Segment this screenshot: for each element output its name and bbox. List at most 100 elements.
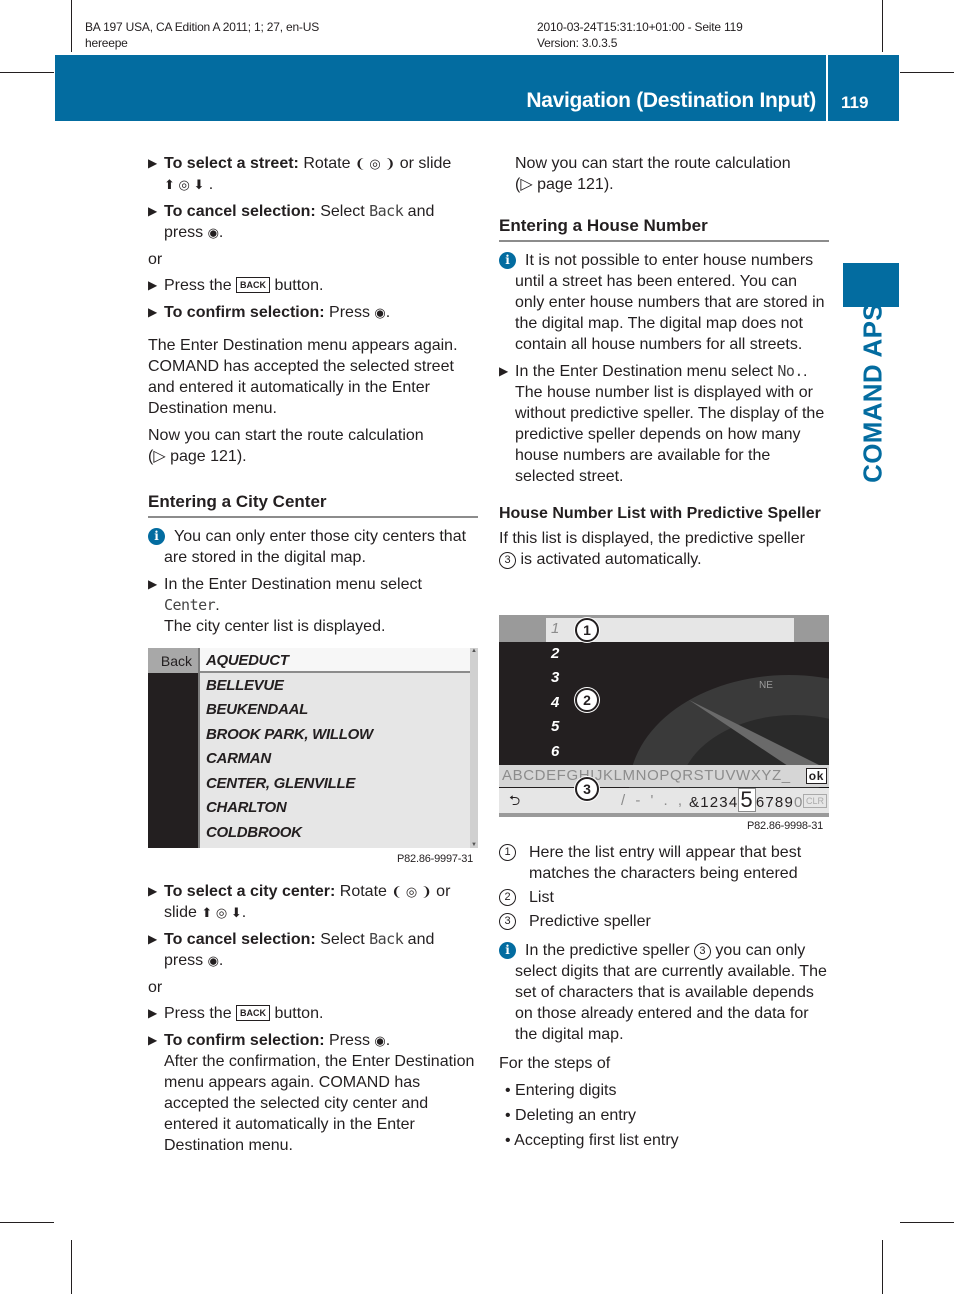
rotate-controller-icon: ❨ ◎ ❩ xyxy=(391,884,432,899)
scroll-down-icon[interactable]: ▼ xyxy=(471,842,477,848)
display-text-no: No. xyxy=(777,362,803,380)
legend-item: 3 Predictive speller xyxy=(499,911,829,932)
list-number[interactable]: 6 xyxy=(551,743,559,760)
list-item[interactable]: CARMAN xyxy=(200,746,470,771)
speller-symbols[interactable]: / - ' . , xyxy=(621,788,685,813)
step-text: Rotate xyxy=(298,155,355,172)
page-reference-link[interactable]: (▷ page 121). xyxy=(515,174,829,195)
page-reference-link[interactable]: (▷ page 121). xyxy=(148,446,478,467)
step-text: Press the xyxy=(164,1005,237,1022)
paragraph: The Enter Destination menu appears again… xyxy=(148,337,458,417)
crop-mark xyxy=(882,0,883,52)
list-item[interactable]: BROOK PARK, WILLOW xyxy=(200,722,470,747)
speller-digits: &12345 67890 xyxy=(689,788,804,815)
speller-letters[interactable]: ABCDEFGHIJKLMNOPQRSTUVWXYZ_ xyxy=(502,767,791,784)
list-item[interactable]: AQUEDUCT xyxy=(200,648,470,673)
step-text: or xyxy=(431,883,451,900)
bullet-item: • Accepting first list entry xyxy=(505,1132,679,1149)
chapter-tab: COMAND APS xyxy=(853,303,893,483)
list-number[interactable]: 5 xyxy=(551,718,559,735)
slide-controller-icon: ⬆ ◎ ⬇ xyxy=(164,177,205,192)
step-cancel: ▶ To cancel selection: Select Back and p… xyxy=(148,930,435,969)
list-item[interactable]: CENTER, GLENVILLE xyxy=(200,771,470,796)
crop-mark xyxy=(0,72,54,73)
digits-available[interactable]: &1234 xyxy=(689,794,738,811)
crop-mark xyxy=(71,0,72,52)
compass-ne-label: NE xyxy=(759,680,773,691)
list-number[interactable]: 1 xyxy=(551,620,559,637)
display-text-back: Back xyxy=(369,202,404,220)
legend-item: 2 List xyxy=(499,887,829,908)
list-item[interactable]: COLDBROOK xyxy=(200,820,470,845)
list-item[interactable]: BELLEVUE xyxy=(200,673,470,698)
bullet-text: Deleting an entry xyxy=(515,1107,637,1124)
list-item[interactable]: CHARLTON xyxy=(200,795,470,820)
doc-timestamp: 2010-03-24T15:31:10+01:00 - Seite 119 xyxy=(537,20,743,34)
scroll-up-icon[interactable]: ▲ xyxy=(471,648,477,654)
selected-digit[interactable]: 5 xyxy=(738,788,756,812)
arrow-bullet-icon: ▶ xyxy=(148,156,158,170)
list-number[interactable]: 3 xyxy=(551,669,559,686)
info-text: In the predictive speller xyxy=(525,942,690,959)
list-number[interactable]: 4 xyxy=(551,694,559,711)
back-key-icon: BACK xyxy=(236,1005,271,1021)
callout-3-icon: 3 xyxy=(693,943,711,960)
bullet-item: • Entering digits xyxy=(505,1082,617,1099)
step-text: Select xyxy=(315,931,370,948)
step-text: In the Enter Destination menu select xyxy=(164,576,422,593)
step-text: Rotate xyxy=(335,883,392,900)
page-title: Navigation (Destination Input) xyxy=(526,89,816,112)
step-text: or slide xyxy=(395,155,452,172)
steps-intro: For the steps of xyxy=(499,1055,611,1072)
screen-left-panel xyxy=(148,673,198,848)
step-press-back: ▶ Press the BACK button. xyxy=(148,275,478,296)
step-label: To select a street: xyxy=(164,155,299,172)
step-confirm: ▶ To confirm selection: Press ◉. xyxy=(148,304,391,321)
step-text: Press xyxy=(324,1032,375,1049)
chapter-tab-marker xyxy=(843,263,899,307)
callout-3-icon: 3 xyxy=(499,552,516,569)
callout-1-icon: 1 xyxy=(499,844,516,861)
scrollbar[interactable]: ▲ ▼ xyxy=(470,648,478,848)
legend-item: 1 Here the list entry will appear that b… xyxy=(499,842,829,884)
step-text: press xyxy=(164,224,204,241)
arrow-bullet-icon: ▶ xyxy=(148,884,158,898)
right-column-lower: 1 Here the list entry will appear that b… xyxy=(499,842,829,1155)
step-text: Press the xyxy=(164,277,237,294)
rotate-controller-icon: ❨ ◎ ❩ xyxy=(354,156,396,171)
step-text: Select xyxy=(315,203,370,220)
step-label: To cancel selection: xyxy=(164,931,316,948)
step-result: The city center list is displayed. xyxy=(164,618,386,635)
screen-bottom-bar xyxy=(499,813,829,817)
step-select-street: ▶ To select a street: Rotate ❨ ◎ ❩ or sl… xyxy=(148,155,452,193)
back-button[interactable]: Back xyxy=(148,648,198,673)
info-icon: i xyxy=(499,942,516,959)
callout-2: 2 xyxy=(575,688,599,712)
right-column: Now you can start the route calculation … xyxy=(499,153,829,576)
ok-button[interactable]: ok xyxy=(805,768,827,784)
return-arrow-icon[interactable]: ⮌ xyxy=(509,788,520,813)
callout-3-icon: 3 xyxy=(499,913,516,930)
legend-text: Predictive speller xyxy=(529,913,651,930)
crop-mark xyxy=(0,1222,54,1223)
press-controller-icon: ◉ xyxy=(207,953,219,968)
step-press-back: ▶ Press the BACK button. xyxy=(148,1003,478,1024)
digits-available[interactable]: 6789 xyxy=(756,794,794,811)
info-icon: i xyxy=(148,528,165,545)
callout-3: 3 xyxy=(575,777,599,801)
info-note: i In the predictive speller 3 you can on… xyxy=(499,940,829,1045)
or-text: or xyxy=(148,251,163,268)
list-number[interactable]: 2 xyxy=(551,645,559,662)
clear-button[interactable]: CLR xyxy=(802,794,827,808)
step-select-city: ▶ To select a city center: Rotate ❨ ◎ ❩ … xyxy=(148,883,451,921)
left-column: ▶ To select a street: Rotate ❨ ◎ ❩ or sl… xyxy=(148,153,478,643)
step-text: In the Enter Destination menu select xyxy=(515,363,773,380)
arrow-bullet-icon: ▶ xyxy=(148,1006,158,1020)
step-label: To cancel selection: xyxy=(164,203,316,220)
step-select-center: ▶ In the Enter Destination menu select C… xyxy=(148,576,422,635)
list-item[interactable]: BEUKENDAAL xyxy=(200,697,470,722)
city-center-list-screen: Back AQUEDUCT BELLEVUE BEUKENDAAL BROOK … xyxy=(148,648,478,848)
paragraph-line: Now you can start the route calculation xyxy=(148,427,424,444)
bullet-text: Accepting first list entry xyxy=(514,1132,679,1149)
doc-meta-left: BA 197 USA, CA Edition A 2011; 1; 27, en… xyxy=(85,19,319,51)
